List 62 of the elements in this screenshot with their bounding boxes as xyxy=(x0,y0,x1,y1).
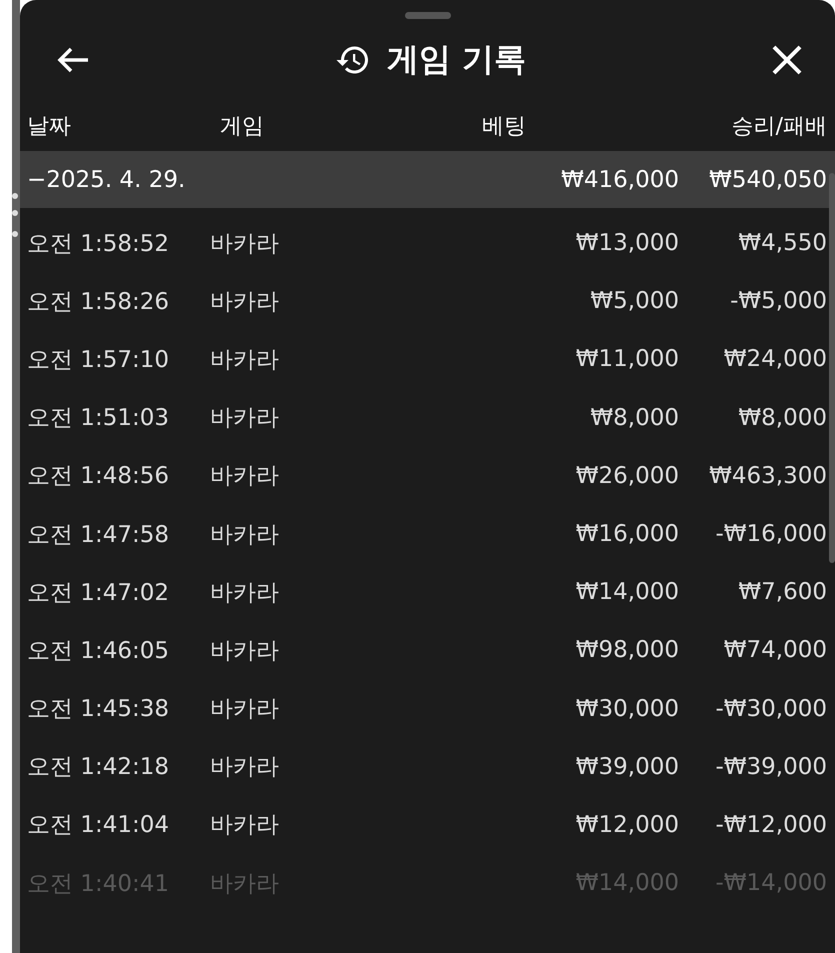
column-header: 날짜 xyxy=(27,113,72,141)
table-cell-text: 바카라 xyxy=(210,230,280,259)
table-cell-text: -₩30,000 xyxy=(714,696,827,722)
date-group-row[interactable]: −2025. 4. 29. ₩416,000 ₩540,050 xyxy=(20,151,835,208)
drag-handle[interactable] xyxy=(404,12,450,19)
table-cell-text: 바카라 xyxy=(210,520,280,550)
table-cell-text: ₩5,000 xyxy=(589,288,679,314)
table-cell-text: ₩26,000 xyxy=(574,462,679,489)
table-cell-text: 바카라 xyxy=(210,636,280,666)
column-header: 게임 xyxy=(219,113,265,141)
table-cell-text: 바카라 xyxy=(210,404,280,434)
table-cell-text: ₩24,000 xyxy=(722,346,827,372)
table-cell-text: 바카라 xyxy=(210,695,280,724)
date-group-label: −2025. 4. 29. xyxy=(27,166,186,192)
table-cell-text: ₩74,000 xyxy=(722,637,827,664)
table-cell-text: 오전 1:58:52 xyxy=(27,230,170,259)
table-cell-text: 오전 1:41:04 xyxy=(27,811,170,840)
table-cell-text: -₩39,000 xyxy=(714,754,827,780)
back-arrow-icon[interactable] xyxy=(56,46,90,74)
table-cell-text: -₩14,000 xyxy=(714,870,827,896)
table-cell-text: 오전 1:45:38 xyxy=(27,695,170,724)
column-header: 승리/패배 xyxy=(730,113,827,141)
table-cell-text: ₩14,000 xyxy=(574,579,679,606)
table-cell-text: -₩12,000 xyxy=(714,812,827,838)
table-cell-text: -₩16,000 xyxy=(714,521,827,548)
table-cell-text: ₩4,550 xyxy=(737,230,827,256)
window-title: 게임 기록 xyxy=(386,39,526,80)
table-cell-text: ₩540,050 xyxy=(708,166,827,192)
drag-dots-icon[interactable] xyxy=(11,190,19,240)
table-cell-text: 바카라 xyxy=(210,753,280,782)
table-cell-text: ₩11,000 xyxy=(574,346,679,372)
table-cell-text: ₩14,000 xyxy=(574,870,679,896)
table-cell-text: 오전 1:47:02 xyxy=(27,578,170,608)
table-cell-text: ₩16,000 xyxy=(574,521,679,548)
column-header: 베팅 xyxy=(481,113,527,141)
table-cell-text: ₩416,000 xyxy=(560,166,679,192)
table-cell-text: 바카라 xyxy=(210,462,280,492)
table-cell-text: 오전 1:40:41 xyxy=(27,870,170,899)
table-cell-text: 바카라 xyxy=(210,346,280,375)
table-cell-text: 바카라 xyxy=(210,811,280,840)
close-icon[interactable] xyxy=(770,44,803,76)
table-cell-text: -₩5,000 xyxy=(729,288,827,314)
table-cell-text: ₩8,000 xyxy=(589,404,679,431)
table-cell-text: 오전 1:48:56 xyxy=(27,462,170,492)
scrollbar[interactable] xyxy=(829,173,835,563)
table-cell-text: ₩8,000 xyxy=(737,404,827,431)
table-cell-text: 오전 1:42:18 xyxy=(27,753,170,782)
table-cell-text: ₩13,000 xyxy=(574,230,679,256)
table-cell-text: ₩463,300 xyxy=(708,462,827,489)
table-cell-text: 오전 1:46:05 xyxy=(27,636,170,666)
table-cell-text: ₩7,600 xyxy=(737,579,827,606)
table-cell-text: 오전 1:57:10 xyxy=(27,346,170,375)
table-cell-text: 오전 1:51:03 xyxy=(27,404,170,434)
table-cell-text: ₩12,000 xyxy=(574,812,679,838)
table-cell-text: 오전 1:47:58 xyxy=(27,520,170,550)
table-cell-text: 바카라 xyxy=(210,870,280,899)
table-cell-text: 오전 1:58:26 xyxy=(27,288,170,317)
table-cell-text: 바카라 xyxy=(210,288,280,317)
table-cell-text: 바카라 xyxy=(210,578,280,608)
table-cell-text: ₩39,000 xyxy=(574,754,679,780)
table-cell-text: ₩30,000 xyxy=(574,696,679,722)
table-cell-text: ₩98,000 xyxy=(574,637,679,664)
